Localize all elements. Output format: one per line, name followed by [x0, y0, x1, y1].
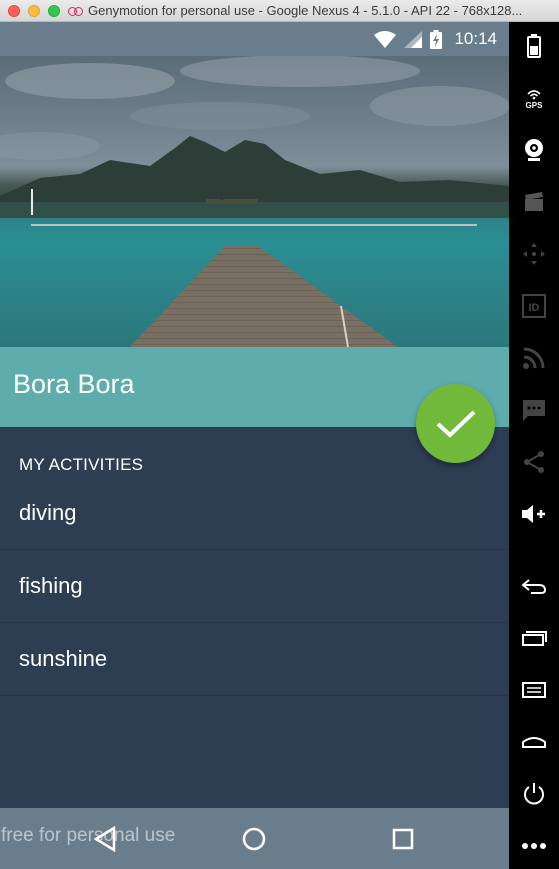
- dpad-icon: [523, 243, 545, 265]
- home-icon: [522, 737, 546, 748]
- recents-icon: [522, 631, 547, 646]
- toolbar-capture-button[interactable]: [509, 184, 559, 220]
- sms-icon: [523, 400, 545, 421]
- power-icon: [524, 783, 544, 805]
- toolbar-gps-button[interactable]: GPS: [509, 80, 559, 116]
- genymotion-toolbar: GPS ID: [509, 22, 559, 869]
- volume-up-icon: [522, 505, 545, 523]
- activity-item-fishing[interactable]: fishing: [0, 550, 509, 623]
- webcam-icon: [525, 139, 543, 161]
- minimize-window-button[interactable]: [28, 4, 40, 17]
- genymotion-icon: [68, 6, 83, 16]
- toolbar-network-button[interactable]: [509, 340, 559, 376]
- toolbar-menu-button[interactable]: [509, 672, 559, 708]
- activities-header: MY ACTIVITIES: [19, 455, 144, 474]
- toolbar-more-button[interactable]: [509, 828, 559, 864]
- nav-home-button[interactable]: [241, 826, 267, 852]
- activity-item-diving[interactable]: diving: [0, 477, 509, 550]
- home-icon: [242, 827, 266, 851]
- status-clock: 10:14: [454, 29, 497, 48]
- back-icon: [521, 579, 547, 594]
- window-title: Genymotion for personal use - Google Nex…: [88, 3, 523, 18]
- battery-icon: [527, 34, 541, 58]
- toolbar-power-button[interactable]: [509, 776, 559, 812]
- confirm-fab-button[interactable]: [416, 384, 495, 463]
- gps-icon: GPS: [526, 90, 544, 110]
- signal-icon: [404, 30, 423, 48]
- window-titlebar: Genymotion for personal use - Google Nex…: [0, 0, 559, 22]
- rss-icon: [523, 347, 545, 369]
- close-window-button[interactable]: [8, 4, 20, 17]
- toolbar-home-button[interactable]: [509, 724, 559, 760]
- window-controls: [8, 4, 60, 17]
- toolbar-recents-button[interactable]: [509, 620, 559, 656]
- toolbar-webcam-button[interactable]: [509, 132, 559, 168]
- id-icon: ID: [522, 294, 546, 318]
- recents-icon: [392, 828, 414, 850]
- zoom-window-button[interactable]: [48, 4, 60, 17]
- toolbar-battery-button[interactable]: [509, 28, 559, 64]
- hero-image: [0, 56, 509, 347]
- text-cursor: [31, 189, 33, 215]
- clapper-icon: [525, 192, 543, 211]
- share-icon: [524, 451, 544, 473]
- menu-icon: [522, 682, 546, 698]
- personal-use-watermark: free for personal use: [1, 825, 176, 846]
- activity-item-sunshine[interactable]: sunshine: [0, 623, 509, 696]
- toolbar-sms-button[interactable]: [509, 392, 559, 428]
- more-icon: [522, 843, 546, 849]
- title-input[interactable]: [31, 186, 477, 226]
- status-bar: 10:14: [0, 22, 509, 56]
- wifi-icon: [374, 30, 397, 48]
- svg-text:GPS: GPS: [526, 101, 544, 110]
- svg-text:ID: ID: [529, 302, 540, 314]
- checkmark-icon: [436, 410, 475, 438]
- battery-icon: [430, 29, 443, 49]
- toolbar-back-button[interactable]: [509, 568, 559, 604]
- place-title: Bora Bora: [13, 369, 135, 399]
- toolbar-volume-up-button[interactable]: [509, 496, 559, 532]
- toolbar-device-id-button[interactable]: ID: [509, 288, 559, 324]
- activities-list: diving fishing sunshine: [0, 477, 509, 696]
- phone-screen: 10:14 Bora Bora MY ACTIVITIES diving fis…: [0, 22, 509, 869]
- toolbar-dpad-button[interactable]: [509, 236, 559, 272]
- toolbar-share-button[interactable]: [509, 444, 559, 480]
- nav-recents-button[interactable]: [390, 826, 416, 852]
